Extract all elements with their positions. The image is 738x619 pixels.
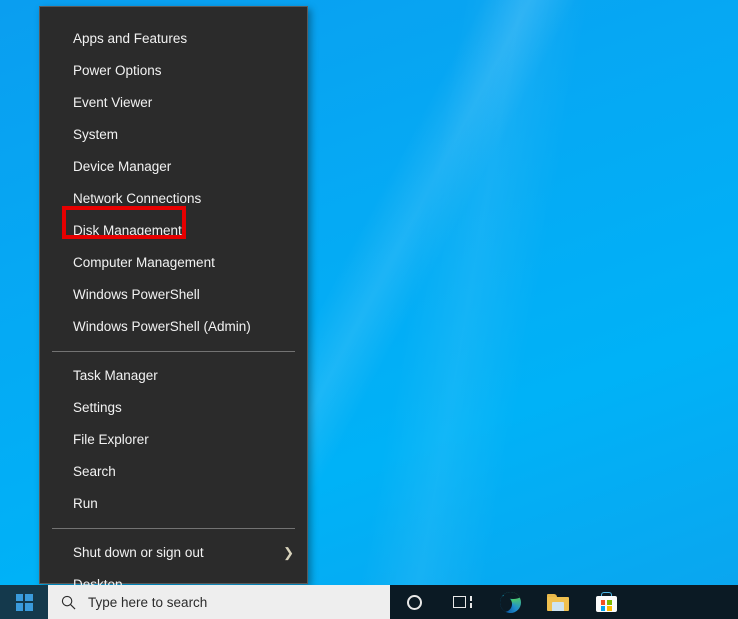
- task-view-button[interactable]: [438, 585, 486, 619]
- menu-item-event-viewer[interactable]: Event Viewer: [40, 87, 307, 119]
- search-icon: [48, 595, 88, 610]
- edge-icon: [499, 591, 521, 613]
- taskbar-pinned-icons: [390, 585, 630, 619]
- windows-desktop-screen: Apps and Features Power Options Event Vi…: [0, 0, 738, 619]
- file-explorer-icon: [547, 593, 569, 611]
- menu-item-windows-powershell[interactable]: Windows PowerShell: [40, 279, 307, 311]
- microsoft-store-button[interactable]: [582, 585, 630, 619]
- search-input[interactable]: Type here to search: [48, 585, 390, 619]
- windows-logo-icon: [15, 593, 33, 611]
- menu-item-computer-management[interactable]: Computer Management: [40, 247, 307, 279]
- menu-separator-1: [52, 351, 295, 352]
- winx-power-user-menu[interactable]: Apps and Features Power Options Event Vi…: [39, 6, 308, 592]
- menu-item-windows-powershell-admin[interactable]: Windows PowerShell (Admin): [40, 311, 307, 343]
- task-view-icon: [452, 595, 472, 610]
- taskbar: Type here to search: [0, 585, 738, 619]
- menu-item-run[interactable]: Run: [40, 488, 307, 520]
- menu-item-shut-down-or-sign-out[interactable]: Shut down or sign out ❯: [40, 537, 307, 569]
- menu-group-system-tools: Apps and Features Power Options Event Vi…: [40, 7, 307, 343]
- menu-item-settings[interactable]: Settings: [40, 392, 307, 424]
- microsoft-store-icon: [595, 592, 617, 612]
- menu-item-file-explorer[interactable]: File Explorer: [40, 424, 307, 456]
- menu-item-device-manager[interactable]: Device Manager: [40, 151, 307, 183]
- cortana-icon: [406, 594, 422, 610]
- cortana-button[interactable]: [390, 585, 438, 619]
- menu-item-network-connections[interactable]: Network Connections: [40, 183, 307, 215]
- search-placeholder-text: Type here to search: [88, 594, 208, 610]
- menu-item-disk-management[interactable]: Disk Management: [40, 215, 307, 247]
- menu-item-task-manager[interactable]: Task Manager: [40, 360, 307, 392]
- menu-item-system[interactable]: System: [40, 119, 307, 151]
- menu-separator-2: [52, 528, 295, 529]
- menu-group-apps: Task Manager Settings File Explorer Sear…: [40, 360, 307, 520]
- chevron-right-icon: ❯: [283, 545, 294, 560]
- file-explorer-button[interactable]: [534, 585, 582, 619]
- menu-item-apps-and-features[interactable]: Apps and Features: [40, 23, 307, 55]
- menu-item-power-options[interactable]: Power Options: [40, 55, 307, 87]
- edge-button[interactable]: [486, 585, 534, 619]
- menu-item-search[interactable]: Search: [40, 456, 307, 488]
- menu-item-label: Shut down or sign out: [73, 545, 204, 560]
- start-button[interactable]: [0, 585, 48, 619]
